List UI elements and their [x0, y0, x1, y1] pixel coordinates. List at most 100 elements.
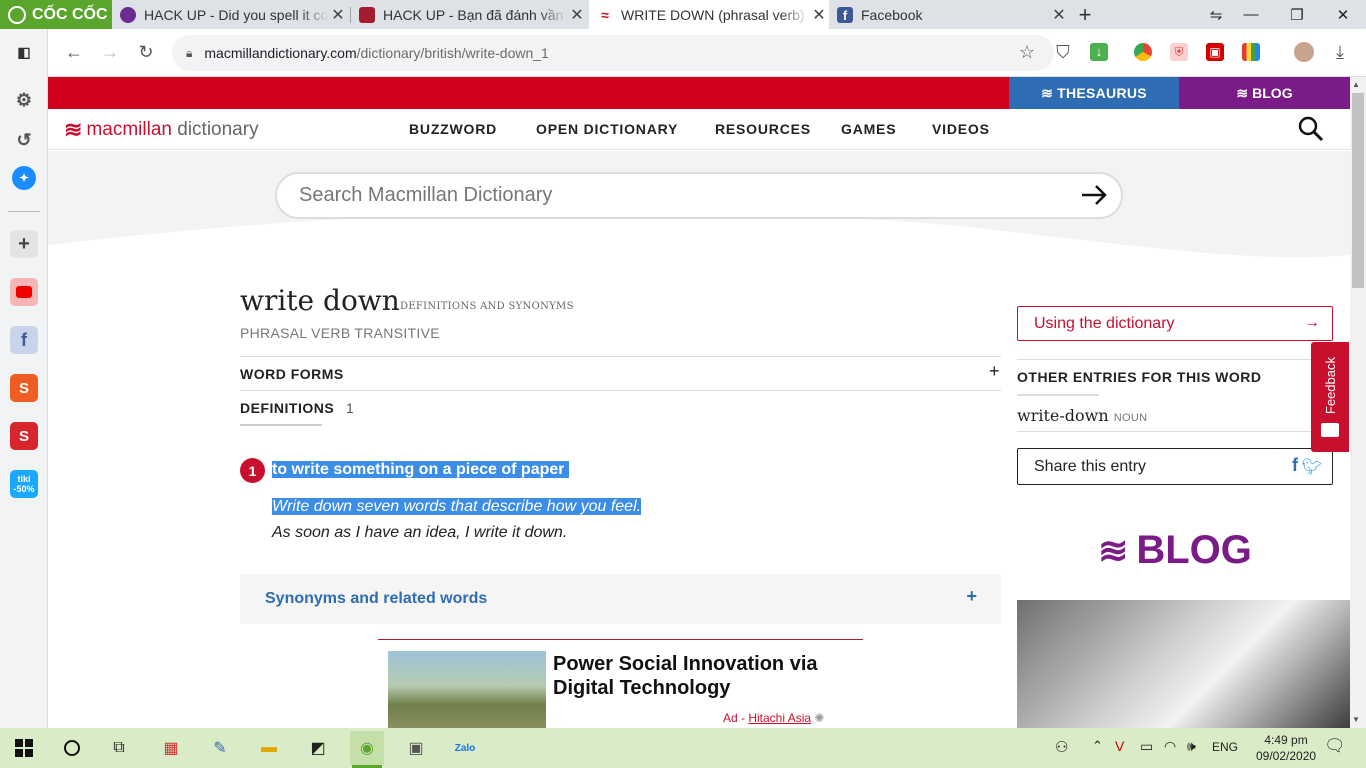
file-explorer-icon[interactable]: ▬ [254, 733, 284, 763]
other-entries-underline [1017, 394, 1099, 396]
word-forms-heading[interactable]: WORD FORMS [240, 366, 344, 382]
color-extension-icon[interactable] [1242, 43, 1260, 61]
blog-image[interactable] [1017, 600, 1350, 728]
blog-promo[interactable]: ≋ BLOG [1017, 528, 1333, 573]
divider [1017, 359, 1333, 360]
new-tab-button[interactable]: + [1072, 2, 1098, 27]
close-window-icon[interactable]: ✕ [1320, 0, 1366, 29]
menu-buzzword[interactable]: BUZZWORD [409, 121, 497, 137]
tab-write-down[interactable]: ≈ WRITE DOWN (phrasal verb) d ✕ [589, 0, 829, 29]
macmillan-logo-icon: ≋ [1041, 84, 1054, 101]
reload-icon[interactable]: ↻ [132, 38, 160, 66]
people-icon[interactable]: ⚇ [1055, 738, 1068, 756]
facebook-share-icon[interactable]: f [1292, 455, 1298, 476]
coccoc-taskbar-icon[interactable]: ◉ [350, 731, 384, 765]
sidebar-toggle-icon[interactable]: ◧ [10, 38, 38, 66]
smile-icon [1321, 422, 1339, 437]
red-extension-icon[interactable]: ▣ [1206, 43, 1224, 61]
task-view-icon[interactable]: ⧉ [104, 733, 134, 763]
adblock-icon[interactable]: ⛨ [1170, 43, 1188, 61]
thesaurus-link[interactable]: ≋ THESAURUS [1009, 77, 1179, 109]
minimize-icon[interactable]: — [1228, 0, 1274, 29]
search-icon[interactable] [57, 733, 87, 763]
ad-title[interactable]: Power Social Innovation via Digital Tech… [553, 652, 853, 700]
part-of-speech: PHRASAL VERB TRANSITIVE [240, 325, 440, 341]
close-tab-icon[interactable]: ✕ [1049, 5, 1069, 25]
site-search-icon[interactable] [1298, 116, 1324, 142]
windows-start-icon[interactable] [9, 733, 39, 763]
scrollbar-thumb[interactable] [1352, 93, 1364, 288]
sendo-icon[interactable]: S [10, 422, 38, 450]
paint-icon[interactable]: ✎ [205, 733, 235, 763]
divider [240, 356, 1001, 357]
sidebar-divider [8, 211, 40, 212]
word-forms-toggle[interactable]: + [989, 361, 1000, 382]
ad-divider [378, 639, 863, 640]
notifications-icon[interactable]: 🗨︎ [1324, 736, 1346, 756]
app-icon-1[interactable]: ▦ [156, 733, 186, 763]
tab-hackup-en[interactable]: HACK UP - Did you spell it co ✕ [112, 0, 348, 29]
sticky-notes-icon[interactable]: ◩ [303, 733, 333, 763]
messenger-icon[interactable]: ✦ [12, 166, 36, 190]
downloads-icon[interactable]: ⤓ [1326, 38, 1354, 66]
twitter-share-icon[interactable]: 🐦︎ [1302, 457, 1322, 477]
menu-videos[interactable]: VIDEOS [932, 121, 990, 137]
profile-avatar[interactable] [1294, 42, 1314, 62]
close-tab-icon[interactable]: ✕ [328, 5, 348, 25]
volume-icon[interactable]: 🕪︎ [1187, 738, 1196, 755]
history-icon[interactable]: ↺ [10, 126, 38, 154]
site-logo[interactable]: ≋ macmillan dictionary [64, 117, 259, 143]
menu-games[interactable]: GAMES [841, 121, 896, 137]
app-icon-2[interactable]: ▣ [401, 733, 431, 763]
divider [240, 390, 1001, 391]
coccoc-logo[interactable]: CỐC CỐC [0, 0, 112, 29]
tab-facebook[interactable]: f Facebook ✕ [829, 0, 1069, 29]
macmillan-logo-icon: ≋ [64, 117, 83, 142]
dictionary-search-input[interactable]: Search Macmillan Dictionary [275, 172, 1123, 219]
add-app-icon[interactable]: + [10, 230, 38, 258]
scroll-down-icon[interactable]: ▼ [1352, 715, 1360, 724]
forward-icon[interactable]: → [96, 38, 124, 66]
macmillan-logo-icon: ≋ [1098, 529, 1129, 571]
download-extension-icon[interactable]: ↓ [1090, 43, 1108, 61]
settings-icon[interactable]: ⚙ [10, 86, 38, 114]
back-icon[interactable]: ← [60, 38, 88, 66]
facebook-app-icon[interactable]: f [10, 326, 38, 354]
ad-source[interactable]: Ad - Hitachi Asia ✺ [723, 711, 824, 725]
address-bar[interactable]: 🔒︎ macmillandictionary.com/dictionary/br… [172, 35, 1054, 71]
using-dictionary-button[interactable]: Using the dictionary → [1017, 306, 1333, 341]
menu-open-dictionary[interactable]: OPEN DICTIONARY [536, 121, 678, 137]
ad-choices-icon[interactable]: ✺ [814, 711, 824, 725]
synonyms-panel[interactable]: Synonyms and related words + [240, 574, 1001, 624]
close-tab-icon[interactable]: ✕ [809, 5, 829, 25]
shield-icon[interactable]: ⛉ [1049, 38, 1077, 66]
tab-hackup-vi[interactable]: HACK UP - Bạn đã đánh vần c ✕ [351, 0, 587, 29]
feedback-tab[interactable]: Feedback [1311, 342, 1349, 452]
clock[interactable]: 4:49 pm 09/02/2020 [1256, 733, 1316, 763]
wifi-icon[interactable]: ◠ [1164, 738, 1176, 755]
menu-resources[interactable]: RESOURCES [715, 121, 811, 137]
zalo-icon[interactable]: Zalo [450, 733, 480, 763]
other-entry-link[interactable]: write-down NOUN [1017, 406, 1147, 425]
language-indicator[interactable]: ENG [1212, 740, 1238, 754]
chrome-extension-icon[interactable] [1134, 43, 1152, 61]
blog-link[interactable]: ≋ BLOG [1179, 77, 1350, 109]
restore-icon[interactable]: ❐ [1274, 0, 1320, 29]
tiki-icon[interactable]: tiki -50% [10, 470, 38, 498]
synonyms-toggle[interactable]: + [966, 586, 977, 607]
arrow-right-icon[interactable] [1079, 180, 1109, 216]
facebook-icon: f [837, 6, 853, 23]
close-tab-icon[interactable]: ✕ [567, 5, 587, 25]
vietkey-icon[interactable]: V [1115, 738, 1124, 754]
definitions-heading: DEFINITIONS [240, 400, 335, 416]
show-hidden-icons[interactable]: ⌃ [1092, 738, 1103, 754]
url-path: /dictionary/british/write-down_1 [356, 45, 549, 61]
ad-image[interactable] [388, 651, 546, 728]
shopee-icon[interactable]: S [10, 374, 38, 402]
scroll-up-icon[interactable]: ▲ [1352, 80, 1360, 89]
arrow-right-icon: → [1304, 314, 1320, 331]
battery-icon[interactable]: ▭ [1140, 738, 1153, 755]
youtube-icon[interactable] [10, 278, 38, 306]
macmillan-logo-icon: ≋ [1236, 84, 1249, 101]
bookmark-star-icon[interactable]: ☆ [1013, 38, 1041, 66]
